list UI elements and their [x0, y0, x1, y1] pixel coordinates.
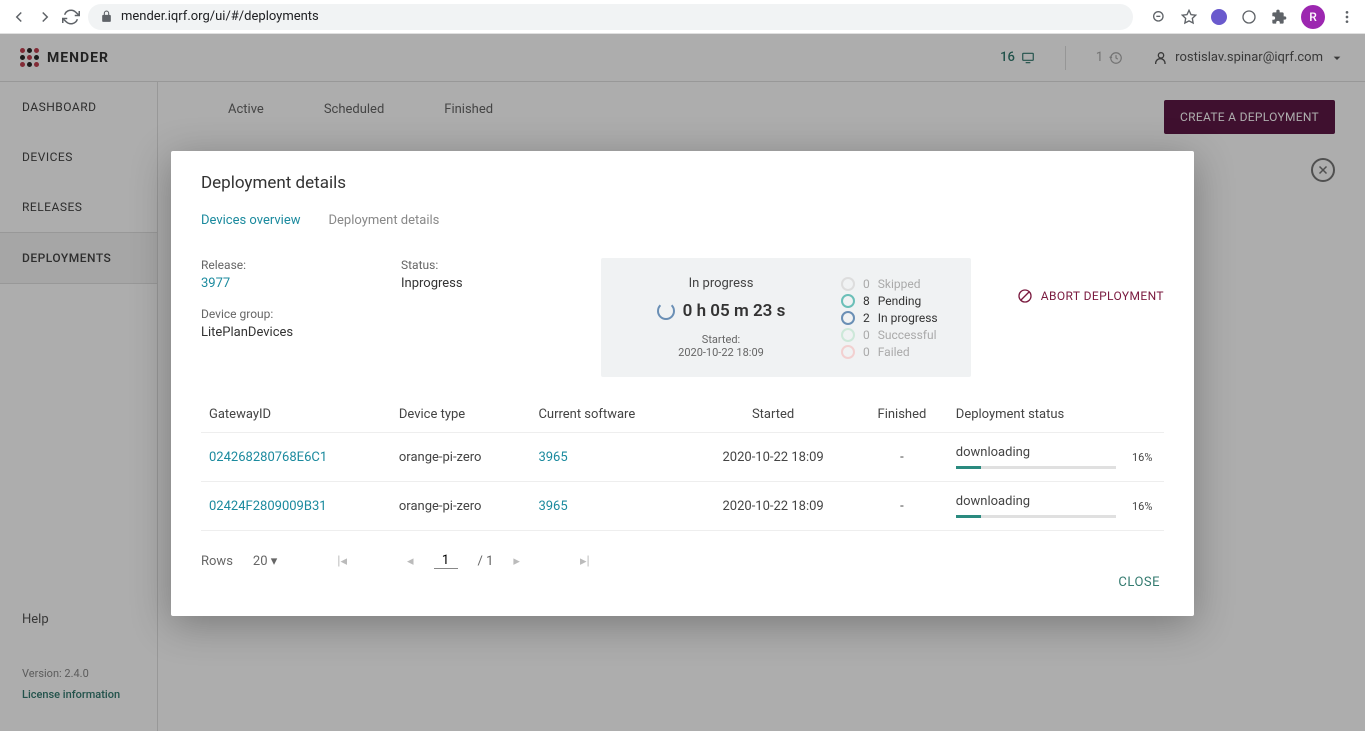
forward-button[interactable]	[36, 8, 54, 26]
cell-pct: 16%	[1124, 482, 1164, 531]
cell-type: orange-pi-zero	[391, 433, 531, 482]
cell-gateway[interactable]: 024268280768E6C1	[201, 433, 391, 482]
cell-finished: -	[856, 482, 948, 531]
modal-title: Deployment details	[201, 173, 1164, 193]
col-status[interactable]: Deployment status	[948, 397, 1124, 433]
cell-started: 2020-10-22 18:09	[690, 433, 856, 482]
table-row[interactable]: 024268280768E6C1orange-pi-zero39652020-1…	[201, 433, 1164, 482]
devices-table: GatewayID Device type Current software S…	[201, 397, 1164, 531]
cell-type: orange-pi-zero	[391, 482, 531, 531]
abort-deployment-button[interactable]: ABORT DEPLOYMENT	[1017, 288, 1164, 304]
page-input[interactable]	[434, 553, 458, 569]
url-text: mender.iqrf.org/ui/#/deployments	[121, 9, 319, 24]
stat-inprogress: 2In progress	[841, 311, 971, 325]
spinner-icon	[657, 302, 675, 320]
cell-gateway[interactable]: 02424F2809009B31	[201, 482, 391, 531]
star-icon[interactable]	[1181, 9, 1197, 25]
elapsed-time: 0 h 05 m 23 s	[683, 301, 786, 321]
menu-icon[interactable]	[1339, 9, 1355, 25]
stat-successful: 0Successful	[841, 328, 971, 342]
close-button[interactable]: CLOSE	[1114, 571, 1164, 594]
zoom-icon[interactable]	[1151, 9, 1167, 25]
back-button[interactable]	[10, 8, 28, 26]
address-bar[interactable]: mender.iqrf.org/ui/#/deployments	[88, 4, 1133, 30]
cell-sw[interactable]: 3965	[530, 482, 690, 531]
stat-pending: 8Pending	[841, 294, 971, 308]
progress-box: In progress 0 h 05 m 23 s Started: 2020-…	[601, 258, 971, 377]
cell-finished: -	[856, 433, 948, 482]
rows-label: Rows	[201, 554, 233, 569]
cell-sw[interactable]: 3965	[530, 433, 690, 482]
group-label: Device group:	[201, 307, 381, 321]
release-value[interactable]: 3977	[201, 276, 381, 291]
deployment-details-modal: Deployment details Devices overview Depl…	[171, 151, 1194, 616]
browser-toolbar: mender.iqrf.org/ui/#/deployments R	[0, 0, 1365, 34]
ext-icon-1[interactable]	[1211, 9, 1227, 25]
tab-deployment-details[interactable]: Deployment details	[329, 213, 440, 234]
ext-icon-2[interactable]	[1241, 9, 1257, 25]
table-row[interactable]: 02424F2809009B31orange-pi-zero39652020-1…	[201, 482, 1164, 531]
stat-skipped: 0Skipped	[841, 277, 971, 291]
pagination: Rows 20 ▾ |◂ ◂ / 1 ▸ ▸|	[201, 553, 1164, 569]
cell-pct: 16%	[1124, 433, 1164, 482]
col-type[interactable]: Device type	[391, 397, 531, 433]
lock-icon	[100, 10, 113, 23]
extensions-icon[interactable]	[1271, 9, 1287, 25]
cell-status: downloading	[948, 433, 1124, 482]
cell-started: 2020-10-22 18:09	[690, 482, 856, 531]
release-label: Release:	[201, 258, 381, 272]
page-next-button[interactable]: ▸	[513, 554, 520, 569]
cell-status: downloading	[948, 482, 1124, 531]
col-sw[interactable]: Current software	[530, 397, 690, 433]
col-started[interactable]: Started	[690, 397, 856, 433]
col-gateway[interactable]: GatewayID	[201, 397, 391, 433]
reload-button[interactable]	[62, 8, 80, 26]
chrome-icons: R	[1151, 5, 1355, 29]
progress-label: In progress	[601, 276, 841, 291]
status-value: Inprogress	[401, 276, 581, 291]
col-finished[interactable]: Finished	[856, 397, 948, 433]
group-value: LitePlanDevices	[201, 325, 381, 340]
stat-failed: 0Failed	[841, 345, 971, 359]
page-last-button[interactable]: ▸|	[580, 554, 590, 569]
tab-devices-overview[interactable]: Devices overview	[201, 213, 301, 234]
started-value: 2020-10-22 18:09	[601, 346, 841, 359]
rows-per-page[interactable]: 20 ▾	[253, 554, 277, 569]
profile-avatar[interactable]: R	[1301, 5, 1325, 29]
page-total: / 1	[478, 554, 494, 569]
page-prev-button[interactable]: ◂	[407, 554, 414, 569]
started-label: Started:	[601, 333, 841, 346]
status-label: Status:	[401, 258, 581, 272]
abort-icon	[1017, 288, 1033, 304]
page-first-button[interactable]: |◂	[337, 554, 347, 569]
